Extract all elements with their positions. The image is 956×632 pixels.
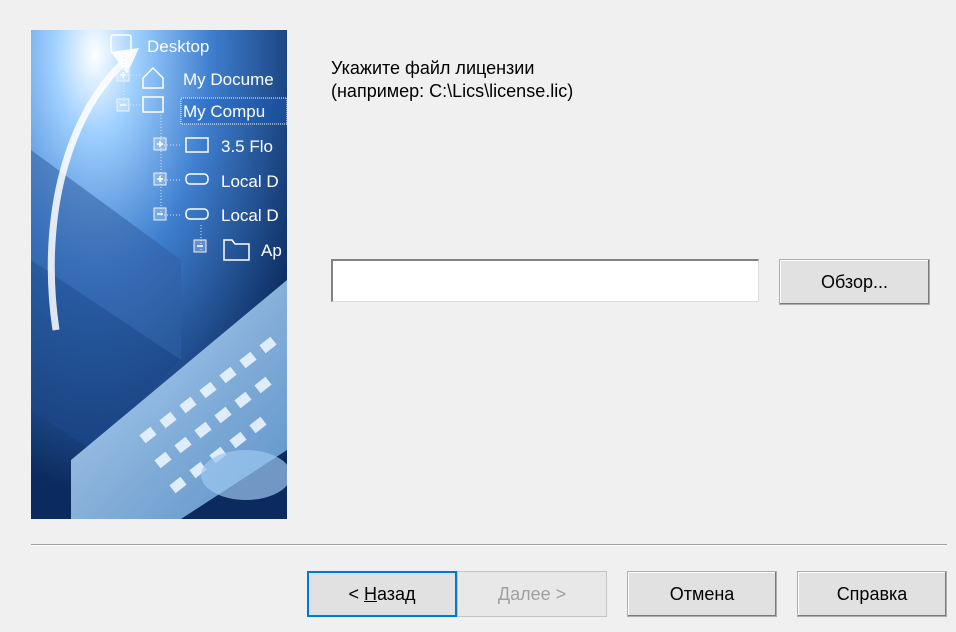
footer-separator <box>31 544 947 546</box>
back-button-prefix: < <box>348 583 364 604</box>
instruction-line-1: Укажите файл лицензии <box>331 58 535 78</box>
tree-label-local-disk-1: Local D <box>221 172 279 191</box>
help-button[interactable]: Справка <box>797 571 947 617</box>
cancel-button[interactable]: Отмена <box>627 571 777 617</box>
next-button-label: алее > <box>510 583 567 604</box>
browse-button[interactable]: Обзор... <box>779 259 930 305</box>
tree-label-local-disk-2: Local D <box>221 206 279 225</box>
tree-label-my-computer: My Compu <box>183 102 265 121</box>
tree-label-floppy: 3.5 Flo <box>221 137 273 156</box>
banner-illustration: Desktop My Docume My Compu 3.5 Flo Local… <box>31 30 287 519</box>
license-file-input[interactable] <box>331 259 759 302</box>
back-button-label: азад <box>376 583 416 604</box>
tree-label-folder: Ap <box>261 241 282 260</box>
license-instruction: Укажите файл лицензии (например: C:\Lics… <box>331 57 573 103</box>
wizard-banner-image: Desktop My Docume My Compu 3.5 Flo Local… <box>31 30 287 519</box>
tree-label-my-documents: My Docume <box>183 70 274 89</box>
back-button[interactable]: < Назад <box>307 571 457 617</box>
next-button[interactable]: Далее > <box>457 571 607 617</box>
instruction-line-2: (например: C:\Lics\license.lic) <box>331 81 574 101</box>
back-button-accelerator: Н <box>363 583 377 604</box>
tree-label-desktop: Desktop <box>147 37 209 56</box>
next-button-accelerator: Д <box>497 583 511 604</box>
